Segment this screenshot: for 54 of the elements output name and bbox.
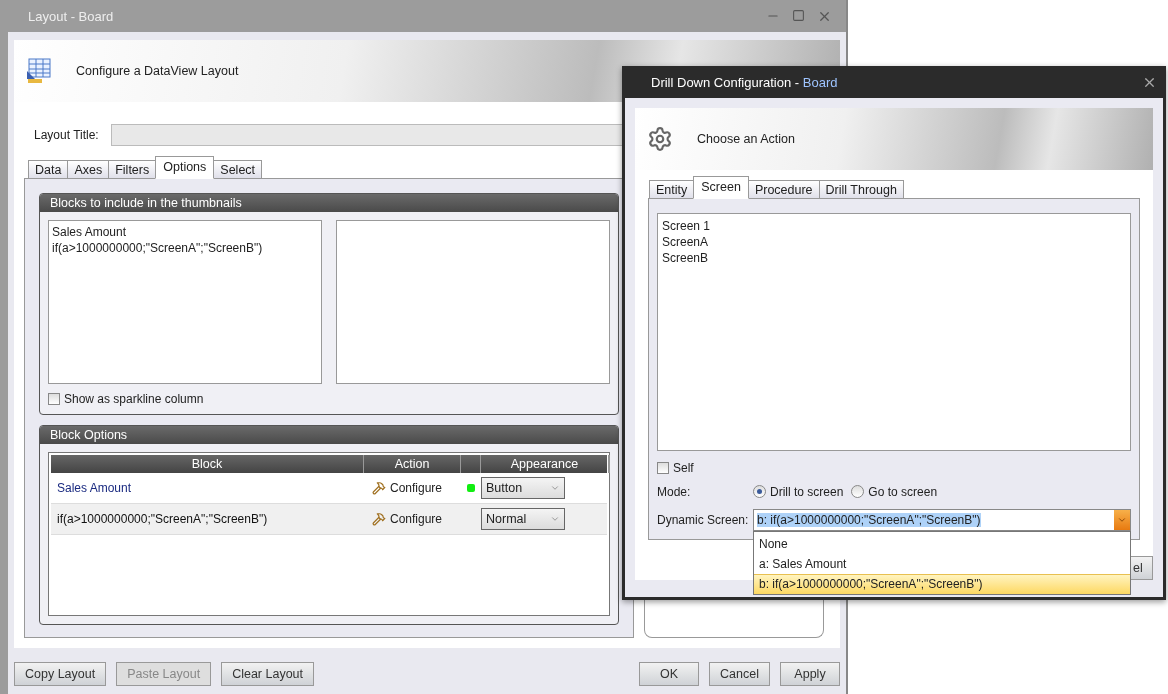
dialog-button[interactable]: Cancel bbox=[709, 662, 770, 686]
caret-icon bbox=[550, 514, 560, 524]
radio-label: Drill to screen bbox=[770, 484, 844, 499]
radio-label: Go to screen bbox=[868, 484, 938, 499]
field-label: Layout Title: bbox=[34, 128, 99, 142]
field-label: Dynamic Screen: bbox=[657, 512, 750, 527]
dynamic-screen-combo[interactable]: b: if(a>1000000000;"ScreenA";"ScreenB") bbox=[753, 508, 1131, 531]
list-item[interactable]: Screen 1 bbox=[662, 217, 1126, 234]
list-box[interactable]: Sales Amount if(a>1000000000;"ScreenA";"ScreenB") bbox=[48, 220, 322, 384]
list-box[interactable]: Screen 1 ScreenA ScreenB bbox=[657, 212, 1131, 451]
header-title: Choose an Action bbox=[697, 131, 795, 146]
dialog-button[interactable]: el bbox=[1131, 556, 1153, 580]
settings-icon bbox=[647, 125, 673, 152]
layout-button[interactable]: Copy Layout bbox=[14, 662, 107, 686]
list-item[interactable]: ScreenB bbox=[662, 249, 1126, 266]
list-item[interactable]: Sales Amount bbox=[52, 224, 318, 240]
table-cell-text: if(a>1000000000;"ScreenA";"ScreenB") bbox=[56, 512, 269, 526]
list-item[interactable]: ScreenA bbox=[662, 233, 1126, 250]
checkbox[interactable] bbox=[48, 393, 60, 405]
table-cell-text: Sales Amount bbox=[56, 481, 133, 495]
field-label: Mode: bbox=[657, 484, 692, 499]
checkbox-label: Self bbox=[673, 460, 694, 475]
configure-button[interactable]: Configure bbox=[364, 512, 461, 526]
appearance-dropdown[interactable]: Normal bbox=[481, 508, 565, 530]
layout-button[interactable]: Clear Layout bbox=[221, 662, 315, 686]
checkbox[interactable] bbox=[657, 461, 669, 474]
header-title: Configure a DataView Layout bbox=[76, 64, 239, 78]
tab[interactable]: Select bbox=[213, 160, 263, 179]
tab[interactable]: Entity bbox=[649, 179, 695, 199]
dropdown-option[interactable]: b: if(a>1000000000;"ScreenA";"ScreenB") bbox=[754, 573, 1130, 594]
dialog-button[interactable]: Apply bbox=[780, 662, 840, 686]
radio-button[interactable] bbox=[851, 485, 865, 499]
dialog-button[interactable]: OK bbox=[639, 662, 700, 686]
table-icon bbox=[26, 57, 52, 85]
tab[interactable]: Filters bbox=[108, 160, 157, 179]
hammer-icon bbox=[372, 481, 386, 495]
tab[interactable]: Drill Through bbox=[818, 179, 904, 199]
tab[interactable]: Options bbox=[155, 156, 215, 179]
radio-button[interactable] bbox=[753, 485, 766, 499]
caret-icon bbox=[550, 483, 560, 493]
tab[interactable]: Screen bbox=[693, 175, 749, 199]
maximize-icon[interactable] bbox=[792, 8, 805, 22]
tab[interactable]: Data bbox=[28, 160, 69, 179]
appearance-dropdown[interactable]: Button bbox=[481, 477, 565, 499]
hammer-icon bbox=[372, 512, 386, 526]
configure-button[interactable]: Configure bbox=[364, 481, 461, 495]
window-title: Layout - Board bbox=[28, 8, 115, 24]
tab[interactable]: Procedure bbox=[747, 179, 820, 199]
tab[interactable]: Axes bbox=[67, 160, 110, 179]
section-title: Blocks to include in the thumbnails bbox=[40, 194, 618, 212]
checkbox-label: Show as sparkline column bbox=[64, 392, 204, 406]
section-title: Block Options bbox=[40, 426, 618, 444]
list-item[interactable]: if(a>1000000000;"ScreenA";"ScreenB") bbox=[52, 240, 318, 256]
dialog-title: Drill Down Configuration - Board bbox=[651, 74, 839, 90]
